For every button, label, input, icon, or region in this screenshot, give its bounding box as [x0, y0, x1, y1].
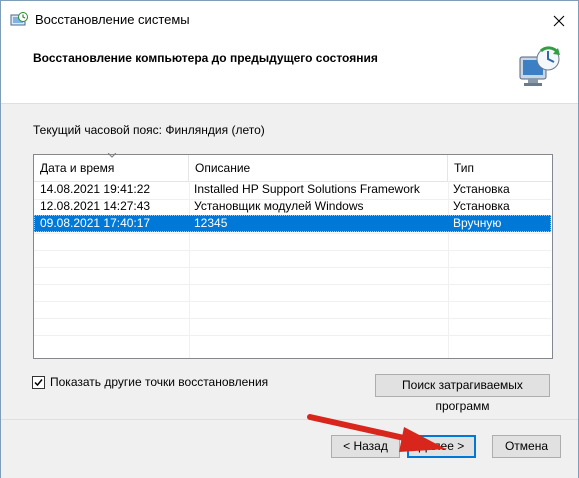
column-header-date[interactable]: Дата и время: [34, 155, 189, 181]
list-item[interactable]: 12.08.2021 14:27:43 Установщик модулей W…: [34, 198, 551, 215]
show-more-restore-points[interactable]: Показать другие точки восстановления: [32, 375, 268, 389]
list-item-selected[interactable]: 09.08.2021 17:40:17 12345 Вручную: [34, 215, 551, 232]
grid-line: [34, 284, 551, 285]
grid-line: [34, 318, 551, 319]
column-header-type[interactable]: Тип: [448, 155, 552, 181]
show-more-label: Показать другие точки восстановления: [50, 375, 269, 389]
restore-point-type: Вручную: [453, 216, 502, 230]
restore-point-type: Установка: [453, 199, 510, 213]
column-header-description[interactable]: Описание: [189, 155, 448, 181]
next-button[interactable]: Далее >: [407, 435, 476, 458]
close-button[interactable]: [546, 9, 572, 33]
list-header: Дата и время Описание Тип: [34, 153, 552, 182]
restore-point-description: Установщик модулей Windows: [194, 199, 364, 213]
restore-point-description: 12345: [194, 216, 228, 230]
window-title: Восстановление системы: [35, 12, 190, 27]
system-restore-icon: [10, 12, 28, 26]
timezone-label: Текущий часовой пояс: Финляндия (лето): [33, 123, 265, 137]
checkmark-icon: [34, 378, 43, 386]
restore-point-type: Установка: [453, 182, 510, 196]
restore-point-date: 12.08.2021 14:27:43: [40, 199, 151, 213]
back-button[interactable]: < Назад: [331, 435, 400, 458]
show-more-checkbox[interactable]: [32, 375, 45, 389]
title-bar: Восстановление системы: [1, 1, 578, 41]
wizard-header: Восстановление компьютера до предыдущего…: [1, 41, 578, 104]
scan-affected-programs-button[interactable]: Поиск затрагиваемых программ: [375, 374, 550, 413]
page-title: Восстановление компьютера до предыдущего…: [33, 51, 378, 65]
restore-points-list[interactable]: Дата и время Описание Тип 14.08.2021 19:…: [33, 153, 553, 359]
close-icon: [553, 15, 565, 27]
grid-line: [34, 301, 551, 302]
cancel-button[interactable]: Отмена: [492, 435, 561, 458]
grid-line: [34, 250, 551, 251]
restore-point-date: 14.08.2021 19:41:22: [40, 182, 151, 196]
list-item[interactable]: 14.08.2021 19:41:22 Installed HP Support…: [34, 181, 551, 198]
system-restore-window: Восстановление системы Восстановление ко…: [0, 0, 579, 478]
grid-line: [34, 233, 551, 234]
grid-line: [34, 267, 551, 268]
grid-line: [34, 335, 551, 336]
restore-computer-icon: [519, 46, 560, 86]
restore-point-date: 09.08.2021 17:40:17: [40, 216, 151, 230]
restore-point-description: Installed HP Support Solutions Framework: [194, 182, 420, 196]
